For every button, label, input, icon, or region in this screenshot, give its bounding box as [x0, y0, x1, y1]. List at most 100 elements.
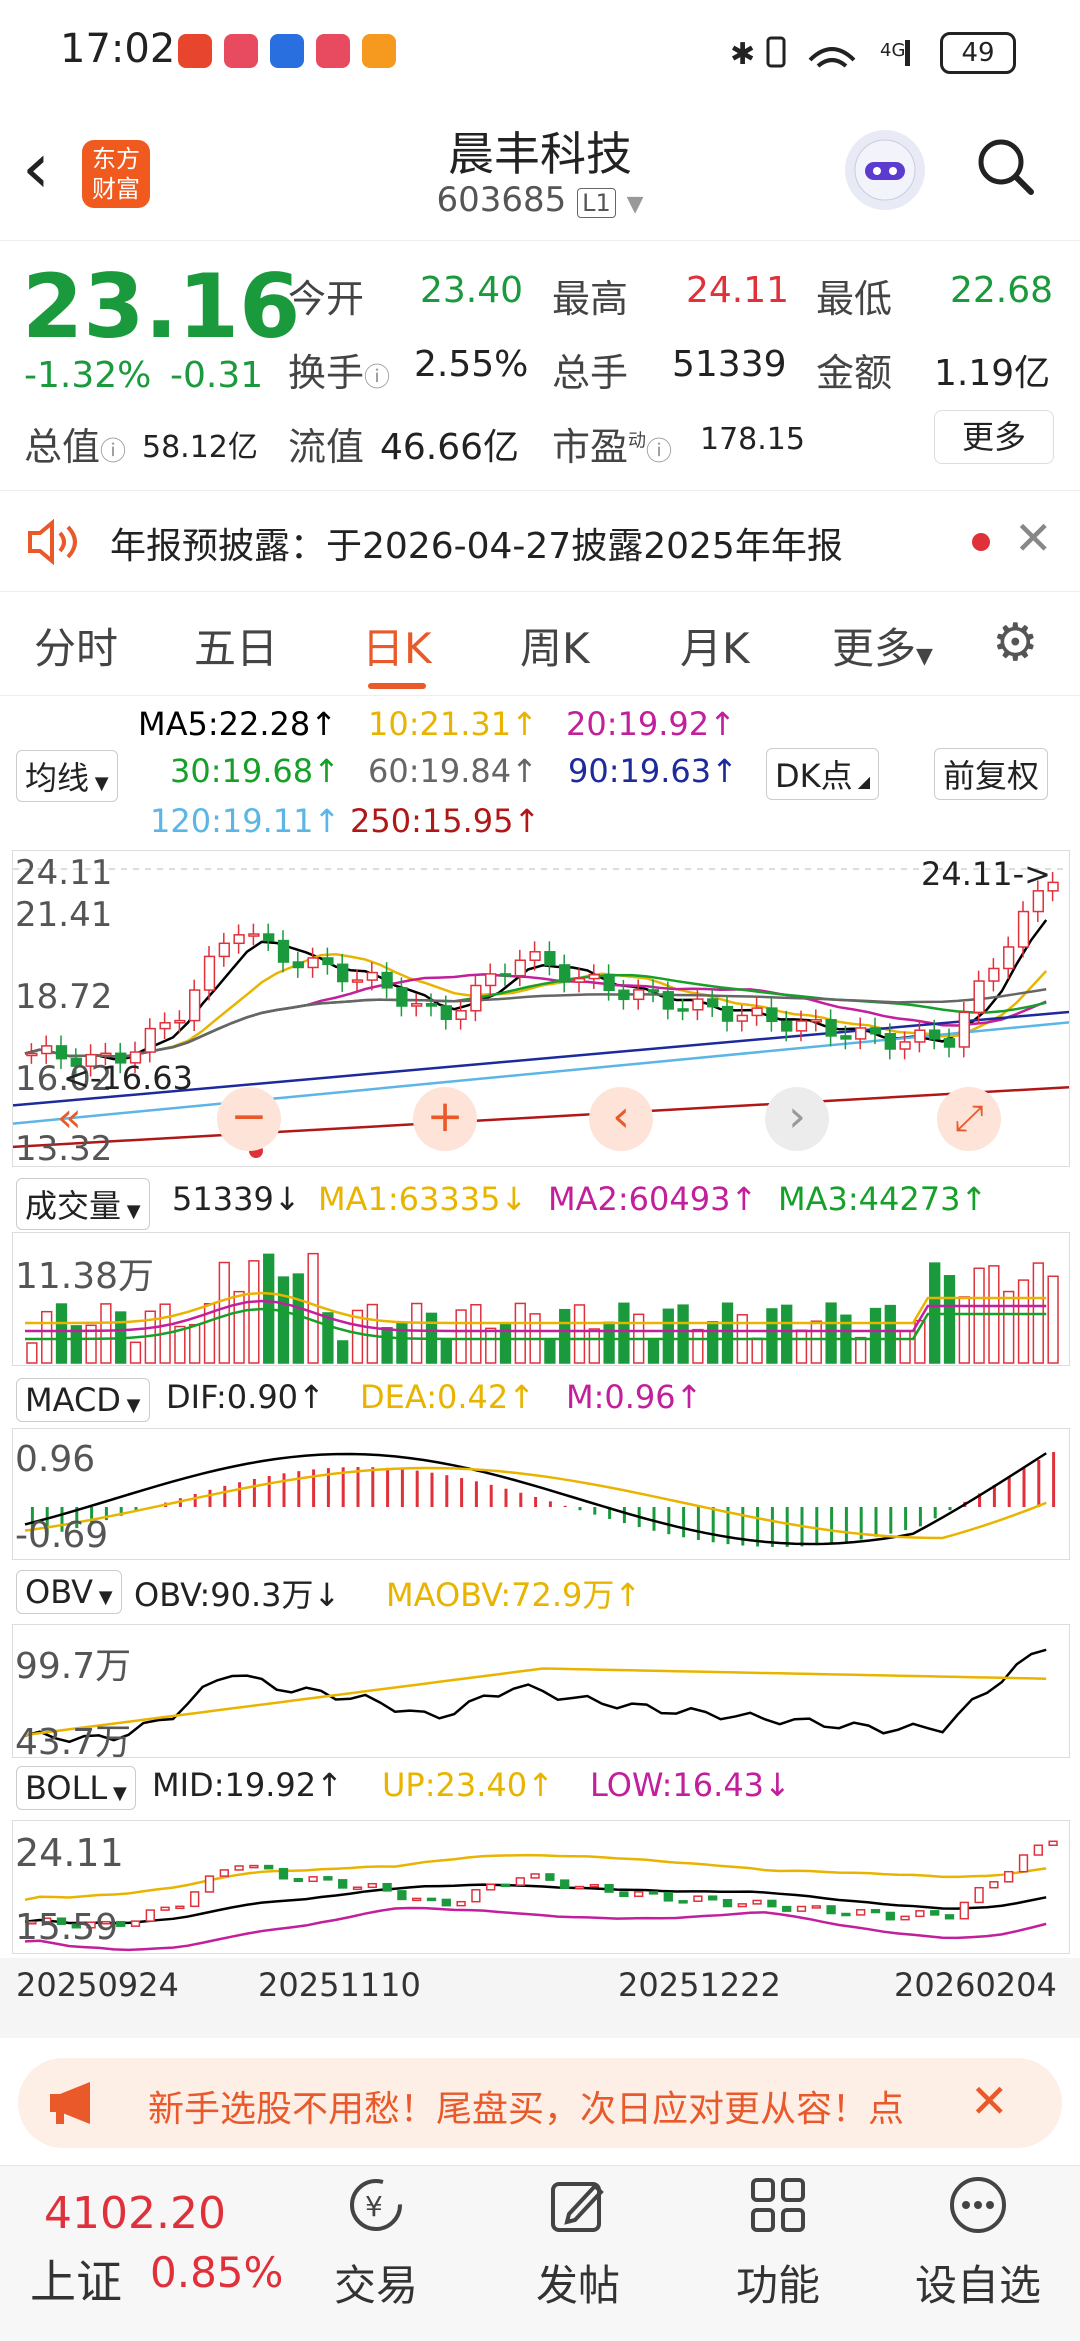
candle-body [573, 977, 586, 983]
volume-bar [544, 1338, 556, 1364]
tab-more[interactable]: 更多▼ [832, 615, 933, 676]
trade-icon: ¥ [350, 2179, 402, 2231]
nav-post[interactable]: 发帖 [508, 2174, 648, 2313]
macd-selector[interactable]: MACD ▼ [16, 1378, 150, 1422]
volume-bar [55, 1303, 68, 1364]
close-icon[interactable]: ✕ [1014, 511, 1053, 565]
candle-body [189, 989, 201, 1022]
boll-candle [278, 1867, 289, 1880]
volume-selector[interactable]: 成交量 ▼ [16, 1178, 150, 1230]
boll-mid: MID:19.92↑ [152, 1766, 343, 1804]
promo-banner[interactable]: 新手选股不用愁！尾盘买，次日应对更从容！点 ✕ [18, 2058, 1062, 2148]
volume-bar [707, 1321, 719, 1364]
volume-bar [677, 1304, 689, 1364]
scroll-left-fast-icon[interactable]: « [57, 1095, 81, 1141]
boll-chart[interactable]: 24.11 15.59 [12, 1820, 1070, 1954]
ma-selector[interactable]: 均线 ▼ [16, 750, 118, 802]
chart-tabs: 分时 五日 日K 周K 月K 更多▼ ⚙ [0, 595, 1080, 696]
candle-body [470, 984, 482, 1012]
close-icon[interactable]: ✕ [970, 2074, 1009, 2128]
zoom-in-button[interactable]: + [413, 1087, 477, 1151]
volume-chart[interactable]: 11.38万 [12, 1232, 1070, 1366]
candle-body [736, 1014, 748, 1022]
boll-candle [856, 1909, 866, 1916]
boll-candle [486, 1883, 496, 1891]
total-cap-label[interactable]: 总值ⓘ [24, 416, 126, 471]
tab-zhouk[interactable]: 周K [520, 615, 590, 676]
boll-candle [648, 1891, 659, 1895]
volume-bar [499, 1322, 512, 1364]
megaphone-icon [50, 2082, 90, 2124]
volume-bar [603, 1321, 615, 1364]
candle-body [337, 963, 349, 983]
boll-up: UP:23.40↑ [382, 1766, 554, 1804]
boll-candle [782, 1905, 792, 1912]
obv-chart[interactable]: 99.7万 43.7万 [12, 1624, 1070, 1763]
search-icon[interactable] [975, 136, 1035, 196]
pe-label[interactable]: 市盈动ⓘ [552, 416, 672, 471]
volume-bar [943, 1275, 956, 1364]
boll-candle [974, 1886, 984, 1904]
volume-bar [470, 1303, 482, 1364]
zoom-out-button[interactable]: − [217, 1087, 281, 1151]
scroll-left-button[interactable]: ‹ [589, 1087, 653, 1151]
index-name[interactable]: 上证 [30, 2246, 122, 2312]
boll-candle [441, 1898, 451, 1907]
boll-selector[interactable]: BOLL ▼ [16, 1766, 136, 1810]
boll-candle [412, 1897, 422, 1902]
index-value[interactable]: 4102.20 [44, 2188, 226, 2239]
obv-y-bottom: 43.7万 [15, 1722, 132, 1763]
dk-point-button[interactable]: DK点 ◢ [766, 748, 880, 800]
more-button[interactable]: 更多 [934, 410, 1054, 464]
nav-functions[interactable]: 功能 [708, 2174, 848, 2313]
tab-wuri[interactable]: 五日 [194, 615, 278, 676]
battery-icon: 49 [940, 32, 1016, 74]
tab-rik[interactable]: 日K [362, 615, 432, 676]
ma120-label: 120:19.11↑ [150, 802, 341, 840]
boll-candle [367, 1882, 377, 1888]
amount-label: 金额 [816, 351, 893, 395]
tab-yuek[interactable]: 月K [680, 615, 750, 676]
boll-candle [249, 1864, 259, 1869]
boll-candle [397, 1890, 407, 1901]
boll-candle [841, 1912, 851, 1917]
boll-candle [708, 1895, 718, 1901]
obv-selector[interactable]: OBV ▼ [16, 1570, 122, 1614]
scroll-right-button[interactable]: › [765, 1087, 829, 1151]
more-dots-icon [950, 2177, 1006, 2233]
candle-body [914, 1029, 926, 1043]
volume-bar [292, 1273, 304, 1364]
candle-body [855, 1027, 867, 1040]
kline-chart[interactable]: 24.11 21.41 18.72 16.02 13.32 24.11-> <-… [12, 850, 1070, 1169]
macd-chart[interactable]: 0.96 -0.69 [12, 1428, 1070, 1560]
boll-candle [678, 1900, 688, 1904]
nav-trade[interactable]: ¥ 交易 [306, 2174, 446, 2313]
ma60-label: 60:19.84↑ [368, 752, 538, 790]
adjust-button[interactable]: 前复权 [934, 748, 1049, 800]
tab-fenshi[interactable]: 分时 [34, 615, 118, 676]
boll-candle [930, 1910, 940, 1916]
volume-label: 总手 [552, 351, 629, 395]
notice-bar[interactable]: 年报预披露：于2026-04-27披露2025年年报 ✕ [0, 490, 1080, 592]
candle-body [292, 961, 304, 969]
boll-candle [382, 1882, 392, 1892]
boll-canvas [24, 1840, 1058, 1952]
volume-bar [781, 1304, 793, 1364]
candle-body [307, 957, 319, 969]
boll-candle [175, 1905, 185, 1910]
maobv-line [24, 1667, 1047, 1737]
candle-body [381, 971, 393, 989]
candle-body [677, 1008, 689, 1012]
boll-candle [219, 1869, 229, 1877]
max-price-marker: 24.11-> [921, 855, 1051, 893]
ma90-label: 90:19.63↑ [568, 752, 738, 790]
obv-canvas [24, 1648, 1047, 1744]
unread-dot [972, 533, 990, 551]
turnover-label[interactable]: 换手ⓘ [288, 342, 390, 397]
boll-candle [634, 1891, 644, 1898]
fullscreen-icon[interactable]: ⤢ [937, 1087, 1001, 1151]
nav-add-watchlist[interactable]: 设自选 [908, 2174, 1048, 2313]
gear-icon[interactable]: ⚙ [992, 613, 1039, 673]
robot-assistant-icon[interactable] [845, 130, 925, 210]
app-notification-icon [224, 34, 258, 68]
